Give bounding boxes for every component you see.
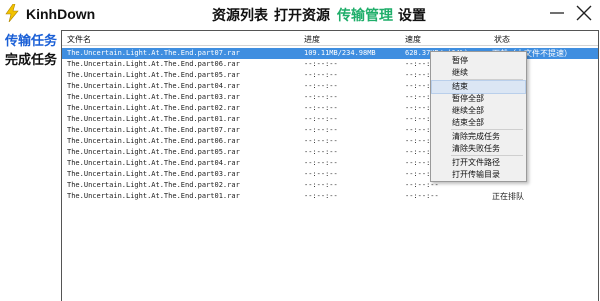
table-row[interactable]: The.Uncertain.Light.At.The.End.part01.ra… (62, 191, 598, 202)
row-progress: 109.11MB/234.98MB (304, 49, 376, 57)
app-title: KinhDown (26, 6, 96, 22)
context-menu-item[interactable]: 结束全部 (432, 117, 525, 129)
row-speed: --:--:-- (405, 192, 439, 200)
row-filename: The.Uncertain.Light.At.The.End.part03.ra… (67, 170, 240, 178)
lightning-logo-icon (5, 4, 19, 22)
row-filename: The.Uncertain.Light.At.The.End.part05.ra… (67, 71, 240, 79)
row-filename: The.Uncertain.Light.At.The.End.part07.ra… (67, 49, 240, 57)
row-filename: The.Uncertain.Light.At.The.End.part05.ra… (67, 148, 240, 156)
column-header-speed[interactable]: 速度 (405, 34, 421, 45)
row-progress: --:--:-- (304, 71, 338, 79)
nav-settings[interactable]: 设置 (398, 5, 426, 25)
context-menu-item[interactable]: 继续 (432, 67, 525, 79)
nav-resource-list[interactable]: 资源列表 (212, 5, 268, 25)
row-filename: The.Uncertain.Light.At.The.End.part06.ra… (67, 60, 240, 68)
row-filename: The.Uncertain.Light.At.The.End.part04.ra… (67, 82, 240, 90)
title-bar: KinhDown 资源列表 打开资源 传输管理 设置 (0, 0, 600, 30)
nav-transfer-manager[interactable]: 传输管理 (337, 5, 393, 25)
row-filename: The.Uncertain.Light.At.The.End.part03.ra… (67, 93, 240, 101)
context-menu-separator (451, 129, 523, 130)
row-filename: The.Uncertain.Light.At.The.End.part06.ra… (67, 137, 240, 145)
nav-open-resource[interactable]: 打开资源 (274, 5, 330, 25)
close-button[interactable] (572, 2, 596, 24)
row-progress: --:--:-- (304, 115, 338, 123)
row-filename: The.Uncertain.Light.At.The.End.part01.ra… (67, 115, 240, 123)
row-status: 正在排队 (492, 192, 524, 201)
row-progress: --:--:-- (304, 192, 338, 200)
context-menu-item[interactable]: 暂停全部 (432, 93, 525, 105)
context-menu-item[interactable]: 暂停 (432, 55, 525, 67)
row-progress: --:--:-- (304, 104, 338, 112)
sidebar-item-completed-tasks[interactable]: 完成任务 (5, 49, 57, 68)
row-filename: The.Uncertain.Light.At.The.End.part07.ra… (67, 126, 240, 134)
row-progress: --:--:-- (304, 181, 338, 189)
table-header: 文件名 进度 速度 状态 (62, 33, 598, 46)
row-filename: The.Uncertain.Light.At.The.End.part04.ra… (67, 159, 240, 167)
row-filename: The.Uncertain.Light.At.The.End.part01.ra… (67, 192, 240, 200)
row-filename: The.Uncertain.Light.At.The.End.part02.ra… (67, 181, 240, 189)
row-progress: --:--:-- (304, 170, 338, 178)
context-menu-item[interactable]: 打开传输目录 (432, 169, 525, 181)
row-progress: --:--:-- (304, 148, 338, 156)
row-progress: --:--:-- (304, 93, 338, 101)
column-header-progress[interactable]: 进度 (304, 34, 320, 45)
close-icon (576, 5, 592, 21)
context-menu-item[interactable]: 清除完成任务 (432, 131, 525, 143)
context-menu-item[interactable]: 结束 (431, 80, 526, 94)
row-filename: The.Uncertain.Light.At.The.End.part02.ra… (67, 104, 240, 112)
context-menu-item[interactable]: 打开文件路径 (432, 157, 525, 169)
minimize-button[interactable] (545, 2, 569, 24)
context-menu-separator (451, 79, 523, 80)
row-progress: --:--:-- (304, 126, 338, 134)
sidebar-item-transfer-tasks[interactable]: 传输任务 (5, 30, 57, 49)
column-header-filename[interactable]: 文件名 (67, 34, 91, 45)
context-menu-item[interactable]: 继续全部 (432, 105, 525, 117)
row-progress: --:--:-- (304, 82, 338, 90)
minimize-icon (550, 12, 564, 14)
context-menu-item[interactable]: 清除失败任务 (432, 143, 525, 155)
column-header-status[interactable]: 状态 (494, 34, 510, 45)
context-menu: 暂停 继续 结束 暂停全部 继续全部 结束全部清除完成任务 清除失败任务 打开文件路径 打开传输… (430, 51, 527, 182)
row-progress: --:--:-- (304, 137, 338, 145)
context-menu-separator (451, 155, 523, 156)
row-progress: --:--:-- (304, 60, 338, 68)
row-progress: --:--:-- (304, 159, 338, 167)
